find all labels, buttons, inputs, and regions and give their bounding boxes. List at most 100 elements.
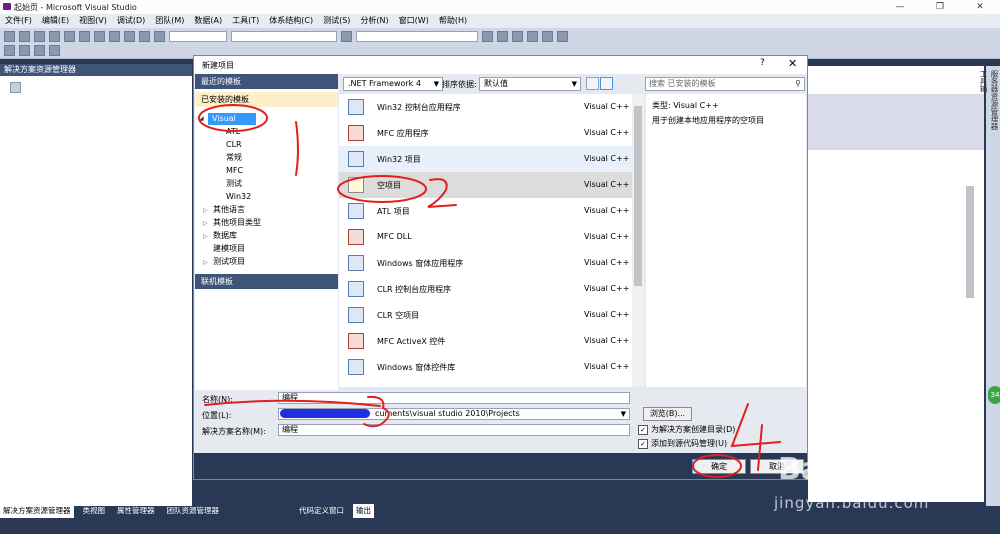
nav-item-general[interactable]: 常规 [226,152,242,164]
menu-architecture[interactable]: 体系结构(C) [264,14,318,28]
nav-item-other-languages[interactable]: ▷ 其他语言 [203,204,245,217]
uncomment-icon[interactable] [19,44,30,56]
toolbox-icon[interactable] [527,30,538,42]
grid-view-icon[interactable] [600,77,613,90]
menu-analyze[interactable]: 分析(N) [355,14,393,28]
nav-item-mfc[interactable]: MFC [226,165,243,177]
tab-team-explorer[interactable]: 团队资源管理器 [164,504,223,518]
create-directory-checkbox[interactable]: ✓ 为解决方案创建目录(D) [638,424,735,435]
browse-button[interactable]: 浏览(B)... [643,407,692,421]
nav-item-test[interactable]: 测试 [226,178,242,190]
minimize-button[interactable]: — [880,0,920,14]
solution-explorer-icon[interactable] [482,30,493,42]
save-icon[interactable] [49,30,60,42]
nav-online-templates[interactable]: 联机模板 [195,274,338,289]
menu-view[interactable]: 视图(V) [74,14,112,28]
nav-item-label: 其他项目类型 [213,218,261,227]
menu-window[interactable]: 窗口(W) [394,14,434,28]
help-button[interactable]: ? [760,58,765,68]
nav-installed-templates[interactable]: 已安装的模板 [195,92,338,107]
menu-debug[interactable]: 调试(D) [112,14,150,28]
close-button[interactable]: ✕ [960,0,1000,14]
template-row-mfc-app[interactable]: MFC 应用程序 Visual C++ [339,120,632,146]
template-row-win32-console[interactable]: Win32 控制台应用程序 Visual C++ [339,94,632,120]
save-all-icon[interactable] [64,30,75,42]
add-item-icon[interactable] [19,30,30,42]
nav-item-other-project-types[interactable]: ▷ 其他项目类型 [203,217,261,230]
nav-recent-templates[interactable]: 最近的模板 [195,74,338,89]
start-page-icon[interactable] [542,30,553,42]
template-row-empty-project[interactable]: 空项目 Visual C++ [339,172,632,198]
menu-help[interactable]: 帮助(H) [434,14,472,28]
config-combo[interactable] [169,30,227,42]
framework-combo[interactable]: .NET Framework 4 ▼ [343,77,443,91]
chevron-down-icon[interactable]: ▼ [621,409,626,419]
solution-toolbar-icon[interactable] [10,82,21,93]
start-page-scrollbar[interactable] [966,186,974,298]
menu-data[interactable]: 数据(A) [189,14,227,28]
template-list-scrollbar[interactable] [632,94,644,387]
solution-name-input[interactable]: 编程 [278,424,630,436]
checkbox-checked-icon[interactable]: ✓ [638,424,648,435]
template-row-win32-project[interactable]: Win32 项目 Visual C++ [339,146,632,172]
ok-button[interactable]: 确定 [692,459,746,474]
nav-item-database[interactable]: ▷ 数据库 [203,230,237,243]
tab-solution-explorer[interactable]: 解决方案资源管理器 [0,504,74,518]
nav-item-test-projects[interactable]: ▷ 测试项目 [203,256,245,269]
nav-item-clr[interactable]: CLR [226,139,242,151]
menu-tools[interactable]: 工具(T) [227,14,264,28]
notification-badge[interactable]: 34 [988,386,1000,404]
template-row-mfc-dll[interactable]: MFC DLL Visual C++ [339,224,632,250]
restore-button[interactable]: ❐ [920,0,960,14]
template-row-mfc-activex[interactable]: MFC ActiveX 控件 Visual C++ [339,328,632,354]
server-explorer-tab[interactable]: 服务器资源管理器 [989,66,1000,506]
indent-icon[interactable] [34,44,45,56]
extension-icon[interactable] [557,30,568,42]
template-row-winforms-app[interactable]: Windows 窗体应用程序 Visual C++ [339,250,632,276]
expand-arrow-icon[interactable]: ◢ [199,115,204,122]
template-row-clr-empty[interactable]: CLR 空项目 Visual C++ [339,302,632,328]
name-input[interactable]: 编程 [278,392,630,404]
nav-item-modeling-projects[interactable]: 建模项目 [203,243,245,255]
tab-property-manager[interactable]: 属性管理器 [114,504,158,518]
nav-item-atl[interactable]: ATL [226,126,240,138]
template-row-clr-console[interactable]: CLR 控制台应用程序 Visual C++ [339,276,632,302]
tab-code-definition[interactable]: 代码定义窗口 [296,504,347,518]
nav-item-win32[interactable]: Win32 [226,191,251,203]
redo-icon[interactable] [139,30,150,42]
template-row-winforms-control[interactable]: Windows 窗体控件库 Visual C++ [339,354,632,380]
dialog-close-button[interactable]: ✕ [788,57,797,70]
search-icon[interactable]: ⚲ [795,78,801,90]
menu-edit[interactable]: 编辑(E) [37,14,74,28]
open-icon[interactable] [34,30,45,42]
cut-icon[interactable] [79,30,90,42]
location-value: cuments\visual studio 2010\Projects [375,409,520,418]
comment-icon[interactable] [4,44,15,56]
template-search-input[interactable]: 搜索 已安装的模板 ⚲ [645,77,805,91]
start-debug-icon[interactable] [154,30,165,42]
add-source-control-checkbox[interactable]: ✓ 添加到源代码管理(U) [638,438,727,449]
sort-combo[interactable]: 默认值 ▼ [479,77,581,91]
template-row-atl-project[interactable]: ATL 项目 Visual C++ [339,198,632,224]
menu-team[interactable]: 团队(M) [150,14,189,28]
tab-output[interactable]: 输出 [353,504,374,518]
platform-combo[interactable] [231,30,337,42]
template-name: ATL 项目 [377,207,410,216]
list-view-icon[interactable] [586,77,599,90]
new-project-icon[interactable] [4,30,15,42]
nav-item-visual-cpp[interactable]: Visual C++ [208,113,256,135]
paste-icon[interactable] [109,30,120,42]
checkbox-checked-icon[interactable]: ✓ [638,438,648,449]
undo-icon[interactable] [124,30,135,42]
menu-test[interactable]: 测试(S) [318,14,355,28]
toolbox-tab[interactable]: 工具箱 [978,66,989,506]
object-browser-icon[interactable] [512,30,523,42]
find-icon[interactable] [341,30,352,42]
find-combo[interactable] [356,30,478,42]
menu-file[interactable]: 文件(F) [0,14,37,28]
copy-icon[interactable] [94,30,105,42]
properties-icon[interactable] [497,30,508,42]
tab-class-view[interactable]: 类视图 [80,504,109,518]
scrollbar-thumb[interactable] [634,106,642,286]
bookmark-icon[interactable] [49,44,60,56]
